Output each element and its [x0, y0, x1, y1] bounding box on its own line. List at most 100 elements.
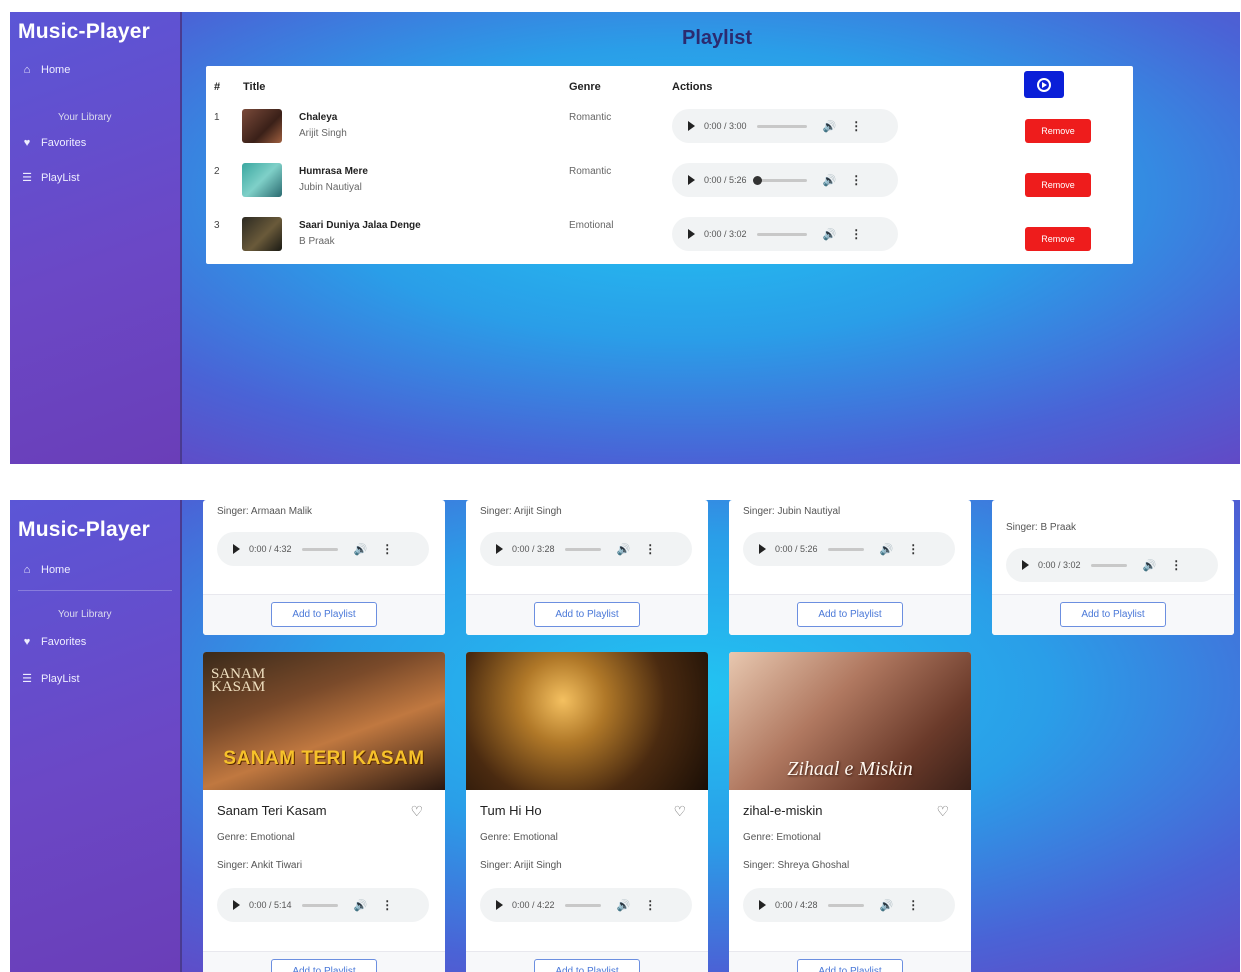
audio-player[interactable]: 0:00 / 5:14 🔊 ⋮ [217, 888, 429, 922]
page-title: Playlist [682, 27, 753, 49]
seek-bar[interactable] [1090, 563, 1127, 567]
song-title: zihal-e-miskin [743, 803, 823, 818]
volume-icon[interactable]: 🔊 [880, 899, 894, 912]
seek-bar[interactable] [301, 903, 338, 907]
library-heading: Your Library [58, 609, 112, 620]
card-footer: Add to Playlist [203, 951, 445, 972]
play-icon[interactable] [496, 900, 503, 910]
more-options-icon[interactable]: ⋮ [381, 542, 393, 556]
play-icon[interactable] [759, 900, 766, 910]
seek-knob[interactable] [752, 175, 762, 185]
play-icon[interactable] [1022, 560, 1029, 570]
audio-player[interactable]: 0:00 / 4:22 🔊 ⋮ [480, 888, 692, 922]
row-number: 1 [214, 112, 220, 123]
play-icon[interactable] [496, 544, 503, 554]
nav-home[interactable]: ⌂ Home [20, 64, 180, 76]
play-icon[interactable] [233, 900, 240, 910]
nav-home-label: Home [41, 564, 71, 576]
favorite-heart-icon[interactable]: ♡ [410, 803, 423, 820]
audio-time: 0:00 / 3:28 [512, 544, 555, 554]
remove-button[interactable]: Remove [1025, 119, 1091, 143]
nav-playlist[interactable]: ☰ PlayList [20, 171, 180, 185]
audio-player[interactable]: 0:00 / 3:02 🔊 ⋮ [672, 217, 898, 251]
volume-icon[interactable]: 🔊 [880, 543, 894, 556]
library-heading: Your Library [58, 112, 112, 123]
column-header-title: Title [243, 81, 266, 93]
play-icon[interactable] [759, 544, 766, 554]
seek-bar[interactable] [301, 547, 338, 551]
volume-icon[interactable]: 🔊 [617, 543, 631, 556]
add-to-playlist-button[interactable]: Add to Playlist [1060, 602, 1166, 627]
nav-playlist[interactable]: ☰ PlayList [20, 672, 180, 686]
seek-bar[interactable] [564, 903, 601, 907]
list-icon: ☰ [22, 673, 32, 685]
more-options-icon[interactable]: ⋮ [1170, 558, 1182, 572]
volume-icon[interactable]: 🔊 [354, 543, 368, 556]
add-to-playlist-button[interactable]: Add to Playlist [797, 602, 903, 627]
more-options-icon[interactable]: ⋮ [644, 898, 656, 912]
audio-player[interactable]: 0:00 / 4:32 🔊 ⋮ [217, 532, 429, 566]
song-artist: B Praak [299, 236, 335, 247]
nav-home-label: Home [41, 64, 71, 76]
favorite-heart-icon[interactable]: ♡ [936, 803, 949, 820]
cover-title: SANAM TERI KASAM [223, 748, 425, 769]
volume-icon[interactable]: 🔊 [823, 120, 837, 133]
volume-icon[interactable]: 🔊 [1143, 559, 1157, 572]
add-to-playlist-button[interactable]: Add to Playlist [534, 602, 640, 627]
add-to-playlist-button[interactable]: Add to Playlist [271, 959, 377, 972]
add-to-playlist-button[interactable]: Add to Playlist [797, 959, 903, 972]
audio-time: 0:00 / 4:28 [775, 900, 818, 910]
nav-favorites[interactable]: ♥ Favorites [20, 137, 180, 149]
remove-button[interactable]: Remove [1025, 227, 1091, 251]
audio-player[interactable]: 0:00 / 3:00 🔊 ⋮ [672, 109, 898, 143]
volume-icon[interactable]: 🔊 [823, 228, 837, 241]
add-to-playlist-button[interactable]: Add to Playlist [534, 959, 640, 972]
add-to-playlist-button[interactable]: Add to Playlist [271, 602, 377, 627]
audio-player[interactable]: 0:00 / 5:26 🔊 ⋮ [672, 163, 898, 197]
sidebar: Music-Player ⌂ Home Your Library ♥ Favor… [10, 12, 182, 464]
volume-icon[interactable]: 🔊 [354, 899, 368, 912]
play-icon[interactable] [688, 229, 695, 239]
nav-favorites-label: Favorites [41, 137, 87, 149]
song-singer: Singer: Shreya Ghoshal [743, 860, 850, 871]
audio-player[interactable]: 0:00 / 3:28 🔊 ⋮ [480, 532, 692, 566]
play-icon[interactable] [688, 121, 695, 131]
song-singer: Singer: Arijit Singh [480, 506, 562, 517]
more-options-icon[interactable]: ⋮ [907, 542, 919, 556]
column-header-genre: Genre [569, 81, 601, 93]
audio-player[interactable]: 0:00 / 5:26 🔊 ⋮ [743, 532, 955, 566]
seek-bar[interactable] [564, 547, 601, 551]
nav-home[interactable]: ⌂ Home [20, 564, 180, 576]
volume-icon[interactable]: 🔊 [823, 174, 837, 187]
more-options-icon[interactable]: ⋮ [907, 898, 919, 912]
remove-button[interactable]: Remove [1025, 173, 1091, 197]
more-options-icon[interactable]: ⋮ [644, 542, 656, 556]
seek-bar[interactable] [756, 232, 807, 236]
play-icon[interactable] [233, 544, 240, 554]
song-genre: Romantic [569, 112, 612, 123]
volume-icon[interactable]: 🔊 [617, 899, 631, 912]
cover-small-title: SANAM KASAM [211, 666, 266, 695]
nav-favorites[interactable]: ♥ Favorites [20, 636, 180, 648]
more-options-icon[interactable]: ⋮ [850, 173, 862, 187]
play-all-button[interactable] [1024, 71, 1064, 98]
more-options-icon[interactable]: ⋮ [850, 119, 862, 133]
more-options-icon[interactable]: ⋮ [850, 227, 862, 241]
more-options-icon[interactable]: ⋮ [381, 898, 393, 912]
audio-player[interactable]: 0:00 / 3:02 🔊 ⋮ [1006, 548, 1218, 582]
audio-time: 0:00 / 4:32 [249, 544, 292, 554]
audio-player[interactable]: 0:00 / 4:28 🔊 ⋮ [743, 888, 955, 922]
song-singer: Singer: Jubin Nautiyal [743, 506, 841, 517]
play-icon[interactable] [688, 175, 695, 185]
seek-bar[interactable] [827, 903, 864, 907]
song-title: Humrasa Mere [299, 166, 368, 177]
album-cover: Zihaal e Miskin [729, 652, 971, 790]
seek-bar[interactable] [827, 547, 864, 551]
card-footer: Add to Playlist [203, 594, 445, 635]
seek-bar[interactable] [752, 175, 807, 185]
favorite-heart-icon[interactable]: ♡ [673, 803, 686, 820]
seek-bar[interactable] [756, 124, 807, 128]
song-title: Sanam Teri Kasam [217, 803, 327, 818]
card-footer: Add to Playlist [992, 594, 1234, 635]
heart-icon: ♥ [23, 636, 31, 648]
